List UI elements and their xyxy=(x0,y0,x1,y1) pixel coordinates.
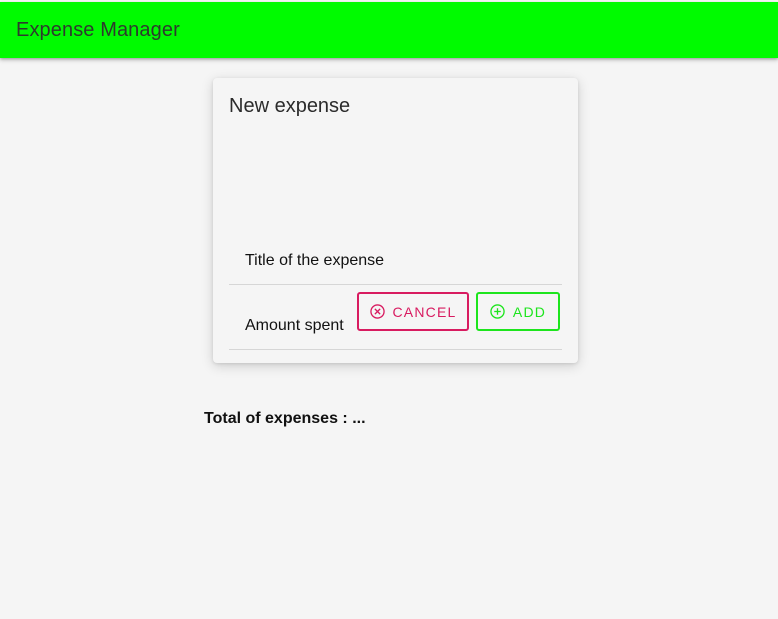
form-heading: New expense xyxy=(229,95,351,117)
cancel-circle-icon xyxy=(369,304,385,319)
add-button-label: ADD xyxy=(512,303,547,320)
add-circle-icon xyxy=(490,304,505,319)
total-expenses: Total of expenses : ... xyxy=(204,410,366,428)
expense-title-field[interactable] xyxy=(229,229,562,285)
total-value: ... xyxy=(352,410,366,427)
cancel-button-label: CANCEL xyxy=(392,303,457,320)
app-bar: Expense Manager xyxy=(0,2,778,58)
cancel-button[interactable]: CANCEL xyxy=(357,292,469,331)
total-label: Total of expenses : xyxy=(204,410,348,427)
app-title: Expense Manager xyxy=(16,18,180,41)
add-button[interactable]: ADD xyxy=(476,292,560,331)
expense-title-input[interactable] xyxy=(229,229,562,284)
new-expense-card: New expense CANCEL ADD xyxy=(213,78,578,363)
